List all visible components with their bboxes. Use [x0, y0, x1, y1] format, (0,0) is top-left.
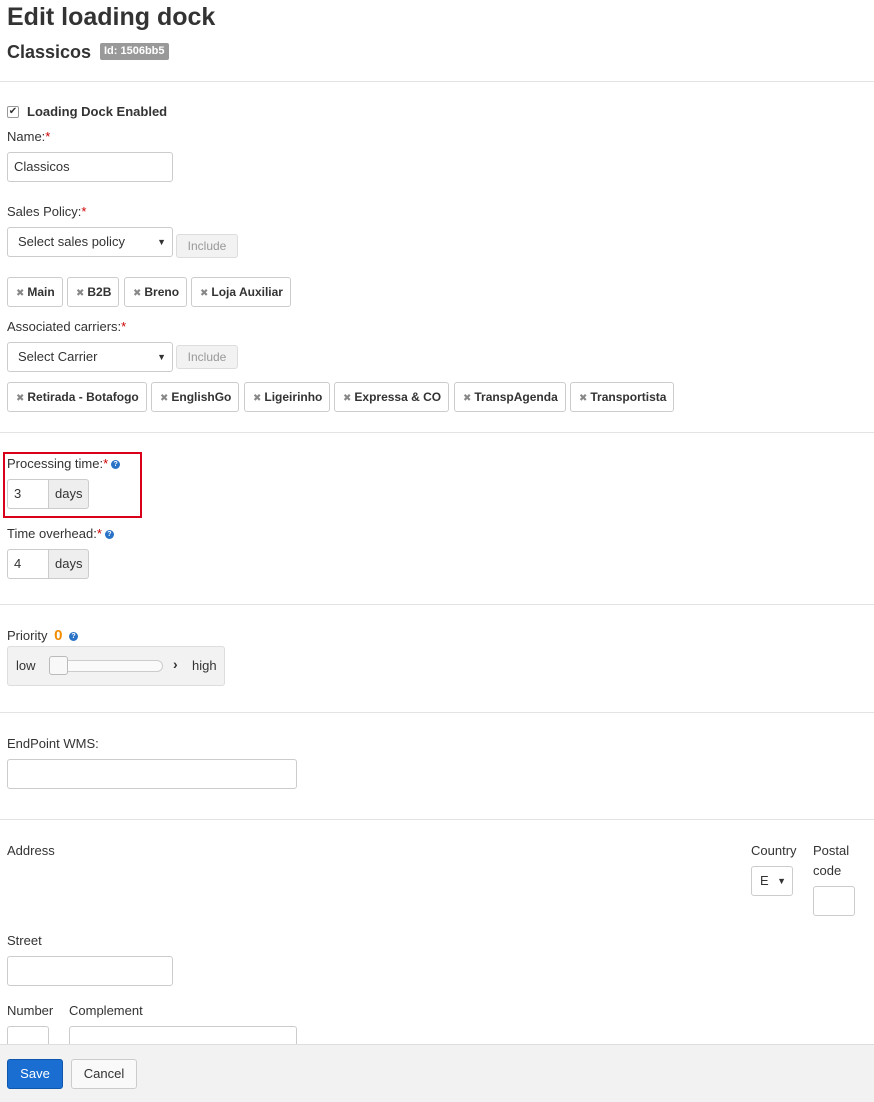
cancel-button[interactable]: Cancel [71, 1059, 137, 1089]
name-label: Name:* [7, 129, 51, 144]
include-carrier-button[interactable]: Include [176, 345, 238, 369]
processing-time-label: Processing time:*? [7, 456, 121, 472]
remove-x-icon[interactable]: ✖ [16, 393, 24, 404]
carrier-tag[interactable]: ✖ Retirada - Botafogo [7, 382, 147, 412]
sales-policy-tag[interactable]: ✖ B2B [67, 277, 120, 307]
divider [0, 604, 874, 605]
priority-slider-handle[interactable] [49, 656, 68, 675]
carrier-tag[interactable]: ✖ TranspAgenda [454, 382, 566, 412]
sales-policy-select-text: Select sales policy [18, 234, 125, 249]
caret-down-icon: ▼ [157, 237, 166, 247]
sales-policy-tag[interactable]: ✖ Main [7, 277, 63, 307]
priority-low-label: low [16, 658, 36, 673]
help-icon[interactable]: ? [104, 530, 114, 539]
remove-x-icon[interactable]: ✖ [343, 393, 351, 404]
required-marker: * [45, 129, 51, 144]
divider [0, 819, 874, 820]
remove-x-icon[interactable]: ✖ [16, 288, 24, 299]
time-overhead-label: Time overhead:*? [7, 526, 114, 542]
include-sales-policy-button[interactable]: Include [176, 234, 238, 258]
caret-down-icon: ▼ [157, 352, 166, 362]
remove-x-icon[interactable]: ✖ [463, 393, 471, 404]
carrier-tag[interactable]: ✖ Expressa & CO [334, 382, 450, 412]
carrier-tag[interactable]: ✖ Transportista [570, 382, 675, 412]
required-marker: * [121, 319, 127, 334]
country-label: Country [751, 843, 797, 858]
divider [0, 712, 874, 713]
sales-policy-tag[interactable]: ✖ Breno [124, 277, 188, 307]
divider [0, 81, 874, 82]
country-select-value: E [760, 873, 769, 888]
sales-policy-select[interactable]: Select sales policy ▼ [7, 227, 173, 257]
street-input[interactable] [7, 956, 173, 986]
sales-policy-label: Sales Policy:* [7, 204, 87, 219]
required-marker: * [81, 204, 87, 219]
caret-down-icon: ▼ [777, 876, 786, 886]
page-title: Edit loading dock [7, 3, 216, 31]
remove-x-icon[interactable]: ✖ [160, 393, 168, 404]
remove-x-icon[interactable]: ✖ [200, 288, 208, 299]
complement-label: Complement [69, 1003, 143, 1018]
page-subtitle: Classicos [7, 42, 92, 62]
remove-x-icon[interactable]: ✖ [579, 393, 587, 404]
chevron-right-icon[interactable]: › [173, 656, 178, 672]
endpoint-label: EndPoint WMS: [7, 736, 99, 751]
check-icon: ✔ [8, 106, 18, 117]
endpoint-input[interactable] [7, 759, 297, 789]
postal-code-input[interactable] [813, 886, 855, 916]
sales-policy-tag[interactable]: ✖ Loja Auxiliar [191, 277, 291, 307]
priority-value: 0 [54, 627, 63, 644]
carrier-select[interactable]: Select Carrier ▼ [7, 342, 173, 372]
remove-x-icon[interactable]: ✖ [253, 393, 261, 404]
processing-time-unit: days [48, 479, 89, 509]
remove-x-icon[interactable]: ✖ [133, 288, 141, 299]
id-badge: Id: 1506bb5 [100, 43, 169, 60]
required-marker: * [103, 456, 109, 471]
postal-code-label: Postal code [813, 843, 850, 878]
carrier-tag[interactable]: ✖ EnglishGo [151, 382, 240, 412]
time-overhead-unit: days [48, 549, 89, 579]
save-button[interactable]: Save [7, 1059, 63, 1089]
carrier-tag[interactable]: ✖ Ligeirinho [244, 382, 331, 412]
priority-high-label: high [192, 658, 217, 673]
name-input[interactable]: Classicos [7, 152, 173, 182]
time-overhead-input[interactable]: 4 [7, 549, 50, 579]
help-icon[interactable]: ? [111, 460, 121, 469]
enabled-checkbox[interactable]: ✔ [7, 106, 19, 118]
priority-label: Priority 0 ? [7, 627, 79, 644]
address-label: Address [7, 843, 55, 858]
remove-x-icon[interactable]: ✖ [76, 288, 84, 299]
enabled-label: Loading Dock Enabled [27, 104, 168, 119]
country-select[interactable]: E ▼ [751, 866, 793, 896]
required-marker: * [96, 526, 102, 541]
help-icon[interactable]: ? [69, 632, 79, 641]
carriers-label: Associated carriers:* [7, 319, 127, 334]
carrier-select-text: Select Carrier [18, 349, 98, 364]
number-label: Number [7, 1003, 54, 1018]
street-label: Street [7, 933, 42, 948]
divider [0, 432, 874, 433]
processing-time-input[interactable]: 3 [7, 479, 50, 509]
